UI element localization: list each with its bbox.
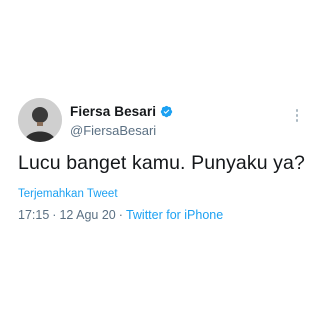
tweet-time[interactable]: 17:15: [18, 208, 49, 222]
tweet-meta: 17:15 · 12 Agu 20 · Twitter for iPhone: [18, 208, 223, 222]
avatar[interactable]: [18, 98, 62, 142]
verified-badge-icon: [160, 105, 173, 118]
meta-separator: ·: [118, 208, 123, 222]
meta-separator: ·: [52, 208, 57, 222]
profile-photo-icon: [18, 98, 62, 142]
tweet-source-link[interactable]: Twitter for iPhone: [126, 208, 223, 222]
tweet-text: Lucu banget kamu. Punyaku ya?: [18, 152, 305, 174]
author-name-row: Fiersa Besari: [70, 104, 173, 119]
tweet-card: Fiersa Besari @FiersaBesari Lucu banget …: [0, 0, 320, 320]
tweet-date[interactable]: 12 Agu 20: [59, 208, 115, 222]
author-handle[interactable]: @FiersaBesari: [70, 123, 156, 138]
more-options-icon[interactable]: [292, 109, 302, 125]
author-display-name[interactable]: Fiersa Besari: [70, 104, 156, 119]
translate-tweet-link[interactable]: Terjemahkan Tweet: [18, 188, 118, 200]
